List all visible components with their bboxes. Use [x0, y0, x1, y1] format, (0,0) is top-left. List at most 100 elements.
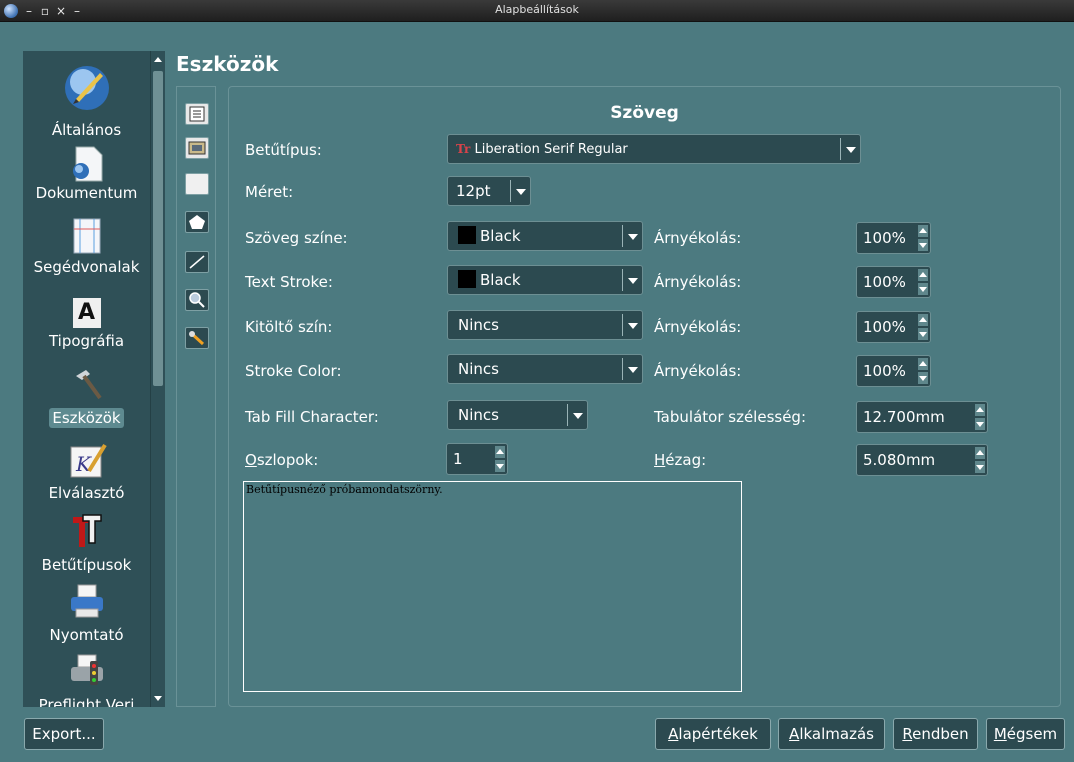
- font-select[interactable]: Tr Liberation Serif Regular: [447, 134, 861, 164]
- stroke-shade-value: 100%: [863, 273, 906, 291]
- sidebar-item-guides[interactable]: Segédvonalak: [23, 211, 150, 277]
- tools-icon: [75, 370, 102, 400]
- ok-button[interactable]: Rendben: [893, 718, 978, 750]
- spin-up-icon[interactable]: [918, 269, 928, 281]
- sidebar-item-document[interactable]: Dokumentum: [23, 141, 150, 203]
- font-preview: Betűtípusnéző próbamondatszörny.: [243, 481, 742, 692]
- stroke-color-label: Stroke Color:: [245, 362, 342, 380]
- sidebar-item-preflight[interactable]: Preflight Veri: [23, 651, 150, 707]
- scrollbar-thumb[interactable]: [153, 71, 163, 386]
- text-shade-label: Árnyékolás:: [654, 229, 742, 247]
- stroke-color-shade-label: Árnyékolás:: [654, 362, 742, 380]
- font-label: Betűtípus:: [245, 141, 322, 159]
- tab-fill-label: Tab Fill Character:: [245, 408, 379, 426]
- spin-down-icon[interactable]: [918, 328, 928, 340]
- line-icon[interactable]: [185, 251, 209, 273]
- stroke-color-shade-spinbox[interactable]: 100%: [856, 355, 931, 387]
- apply-label: lkalmazás: [799, 725, 874, 743]
- sidebar-item-hyphenator[interactable]: K Elválasztó: [23, 439, 150, 503]
- text-stroke-select[interactable]: Black: [447, 265, 643, 295]
- general-icon: [64, 66, 109, 110]
- accel-letter: A: [789, 725, 800, 743]
- fill-shade-value: 100%: [863, 318, 906, 336]
- spin-up-icon[interactable]: [975, 447, 985, 459]
- image-frame-icon[interactable]: [185, 137, 209, 159]
- size-select[interactable]: 12pt: [447, 176, 531, 206]
- spin-up-icon[interactable]: [918, 314, 928, 326]
- sidebar-item-label: Dokumentum: [35, 184, 138, 202]
- text-shade-spinbox[interactable]: 100%: [856, 222, 931, 254]
- stroke-color-value: Nincs: [458, 360, 499, 378]
- text-frame-icon[interactable]: [185, 103, 209, 125]
- tab-width-label: Tabulátor szélesség:: [654, 408, 806, 426]
- gap-label-text: ézag:: [665, 451, 707, 469]
- spin-down-icon[interactable]: [918, 372, 928, 384]
- spin-down-icon[interactable]: [975, 418, 985, 430]
- tab-fill-select[interactable]: Nincs: [447, 400, 588, 430]
- font-type-icon: Tr: [456, 142, 471, 156]
- accel-letter: M: [993, 725, 1007, 743]
- font-value: Liberation Serif Regular: [474, 142, 628, 157]
- export-button[interactable]: Export...: [24, 718, 104, 750]
- stroke-shade-spinbox[interactable]: 100%: [856, 266, 931, 298]
- tab-width-spinbox[interactable]: 12.700mm: [856, 401, 988, 433]
- zoom-icon[interactable]: [185, 289, 209, 311]
- spin-up-icon[interactable]: [495, 446, 505, 458]
- spin-up-icon[interactable]: [975, 404, 985, 416]
- fill-shade-label: Árnyékolás:: [654, 318, 742, 336]
- hyphenator-icon: K: [70, 443, 107, 478]
- tab-fill-value: Nincs: [458, 406, 499, 424]
- stroke-shade-label: Árnyékolás:: [654, 273, 742, 291]
- sidebar-item-label: Elválasztó: [48, 484, 125, 502]
- spin-down-icon[interactable]: [918, 283, 928, 295]
- gap-label: Hézag:: [654, 451, 706, 469]
- text-shade-value: 100%: [863, 229, 906, 247]
- stroke-color-select[interactable]: Nincs: [447, 354, 643, 384]
- sidebar-item-label: Segédvonalak: [33, 258, 140, 276]
- spin-up-icon[interactable]: [918, 358, 928, 370]
- spin-down-icon[interactable]: [918, 239, 928, 251]
- spin-up-icon[interactable]: [918, 225, 928, 237]
- columns-value: 1: [453, 450, 463, 468]
- polygon-icon[interactable]: [185, 211, 209, 233]
- defaults-button[interactable]: Alapértékek: [655, 718, 771, 750]
- fonts-icon: [72, 514, 102, 547]
- scroll-down-icon[interactable]: [154, 696, 162, 701]
- sidebar-item-label: Tipográfia: [48, 332, 125, 350]
- text-stroke-label: Text Stroke:: [245, 273, 333, 291]
- sidebar-item-typography[interactable]: A Tipográfia: [23, 294, 150, 351]
- tab-width-value: 12.700mm: [863, 408, 945, 426]
- misc-tool-icon[interactable]: [185, 327, 209, 349]
- sidebar-scrollbar[interactable]: [150, 51, 165, 707]
- chevron-down-icon: [567, 404, 587, 426]
- fill-color-select[interactable]: Nincs: [447, 310, 643, 340]
- text-color-select[interactable]: Black: [447, 221, 643, 251]
- ok-label: endben: [912, 725, 969, 743]
- spin-down-icon[interactable]: [495, 460, 505, 472]
- sidebar-item-label: Preflight Veri: [38, 696, 135, 707]
- fill-shade-spinbox[interactable]: 100%: [856, 311, 931, 343]
- text-color-label: Szöveg színe:: [245, 229, 348, 247]
- typography-icon: A: [72, 298, 101, 328]
- stroke-color-shade-value: 100%: [863, 362, 906, 380]
- spin-down-icon[interactable]: [975, 461, 985, 473]
- shape-icon[interactable]: [185, 173, 209, 195]
- apply-button[interactable]: Alkalmazás: [778, 718, 885, 750]
- tool-tabs: [176, 86, 216, 707]
- sidebar-item-tools[interactable]: Eszközök: [23, 364, 150, 428]
- fill-color-label: Kitöltő szín:: [245, 318, 333, 336]
- chevron-down-icon: [622, 314, 642, 336]
- scroll-up-icon[interactable]: [154, 57, 162, 62]
- sidebar-item-general[interactable]: Általános: [23, 57, 150, 140]
- gap-value: 5.080mm: [863, 451, 936, 469]
- document-icon: [72, 146, 102, 182]
- gap-spinbox[interactable]: 5.080mm: [856, 444, 988, 476]
- accel-letter: H: [654, 451, 666, 469]
- sidebar-item-fonts[interactable]: Betűtípusok: [23, 511, 150, 575]
- text-stroke-value: Black: [480, 271, 521, 289]
- sidebar-item-printer[interactable]: Nyomtató: [23, 581, 150, 645]
- columns-spinbox[interactable]: 1: [446, 443, 508, 475]
- cancel-button[interactable]: Mégsem: [986, 718, 1065, 750]
- printer-icon: [70, 584, 103, 618]
- window-title: Alapbeállítások: [495, 3, 579, 16]
